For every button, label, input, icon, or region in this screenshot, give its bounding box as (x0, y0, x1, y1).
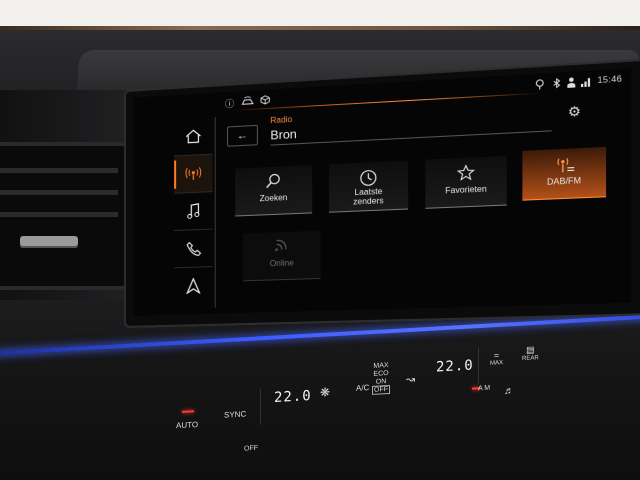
off-button[interactable]: OFF (244, 445, 258, 453)
navigation-icon (186, 278, 200, 295)
tile-dab-fm[interactable]: DAB/FM (522, 146, 607, 201)
screen-content: ⓘ 15:46 ← Radio Bron ⚙ Zoeken Laatste ze… (133, 68, 632, 316)
m-label: M (484, 384, 491, 393)
music-icon (186, 203, 200, 220)
temperature-left[interactable]: 22.0 (274, 388, 312, 406)
tile-online: Online (243, 230, 321, 282)
ac-button[interactable]: A/C (356, 383, 369, 393)
recirculation-a-m-button[interactable]: A M (478, 385, 490, 393)
vent-knob[interactable] (20, 236, 78, 248)
auto-button[interactable]: AUTO (176, 420, 198, 430)
signal-icon (580, 76, 592, 89)
search-icon (235, 171, 312, 193)
auto-indicator-led (182, 410, 194, 413)
tile-label: Laatste zenders (353, 186, 384, 207)
package-icon[interactable] (260, 95, 270, 108)
fan-icon[interactable]: ❋ (320, 385, 330, 400)
breadcrumb-category: Radio (270, 114, 293, 126)
dab-icon (522, 153, 606, 176)
info-icon[interactable]: ⓘ (225, 97, 234, 111)
page-title: Bron (270, 126, 297, 143)
infotainment-display: ⓘ 15:46 ← Radio Bron ⚙ Zoeken Laatste ze… (124, 58, 640, 328)
history-icon (329, 167, 408, 189)
back-button[interactable]: ← (227, 124, 258, 147)
window-glare (0, 0, 640, 28)
sidebar-item-phone[interactable] (174, 229, 213, 269)
tile-label: DAB/FM (546, 175, 582, 187)
rear-defrost-button[interactable]: ▤ REAR (522, 344, 539, 362)
arrow-left-icon: ← (236, 129, 249, 143)
phone-icon (186, 241, 201, 257)
sidebar-item-media[interactable] (174, 192, 213, 232)
a-label: A (478, 385, 483, 393)
tile-search[interactable]: Zoeken (235, 165, 313, 217)
rear-defrost-icon: ▤ (526, 344, 535, 355)
main-menu-sidebar (174, 116, 216, 309)
seat-heating-icon[interactable]: ♬ (504, 385, 514, 397)
tile-label: Zoeken (259, 192, 288, 204)
header-divider (270, 130, 552, 146)
max-label: MAX (373, 362, 389, 370)
sidebar-item-home[interactable] (174, 117, 213, 157)
star-icon (425, 162, 506, 185)
vent-slat (0, 190, 118, 196)
eco-label: ECO (373, 370, 389, 378)
location-icon (535, 79, 545, 92)
climate-control-panel: AUTO SYNC OFF 22.0 ❋ A/C MAX ECO ON OFF … (160, 343, 560, 480)
sidebar-item-navigation[interactable] (174, 267, 213, 305)
divider (478, 347, 479, 384)
max-defrost-button[interactable]: ≈ MAX (490, 350, 504, 367)
car-signal-icon[interactable] (241, 95, 253, 108)
sync-button[interactable]: SYNC (224, 409, 246, 419)
tile-label: Online (269, 258, 294, 269)
off-label: OFF (372, 384, 390, 395)
defrost-icon: ≈ (494, 350, 499, 361)
max-eco-on-off-button[interactable]: MAX ECO ON OFF (372, 362, 390, 395)
vent-slat (0, 212, 118, 218)
online-icon (243, 237, 320, 258)
temperature-right[interactable]: 22.0 (436, 358, 474, 376)
tile-recent-stations[interactable]: Laatste zenders (329, 160, 409, 213)
clock: 15:46 (597, 74, 623, 86)
airflow-icon[interactable]: ↝ (406, 373, 415, 386)
gear-icon[interactable]: ⚙ (568, 103, 581, 121)
car-dashboard-scene: ⓘ 15:46 ← Radio Bron ⚙ Zoeken Laatste ze… (0, 0, 640, 480)
vent-slat (0, 168, 118, 174)
rear-label: REAR (522, 355, 539, 363)
bluetooth-icon (553, 78, 561, 91)
max-defrost-label: MAX (490, 360, 504, 367)
radio-icon (184, 166, 202, 181)
tile-label: Favorieten (445, 184, 487, 196)
person-icon (566, 77, 576, 90)
sidebar-item-radio[interactable] (174, 154, 213, 194)
tile-favorites[interactable]: Favorieten (425, 155, 507, 209)
home-icon (185, 129, 201, 144)
divider (260, 388, 261, 425)
